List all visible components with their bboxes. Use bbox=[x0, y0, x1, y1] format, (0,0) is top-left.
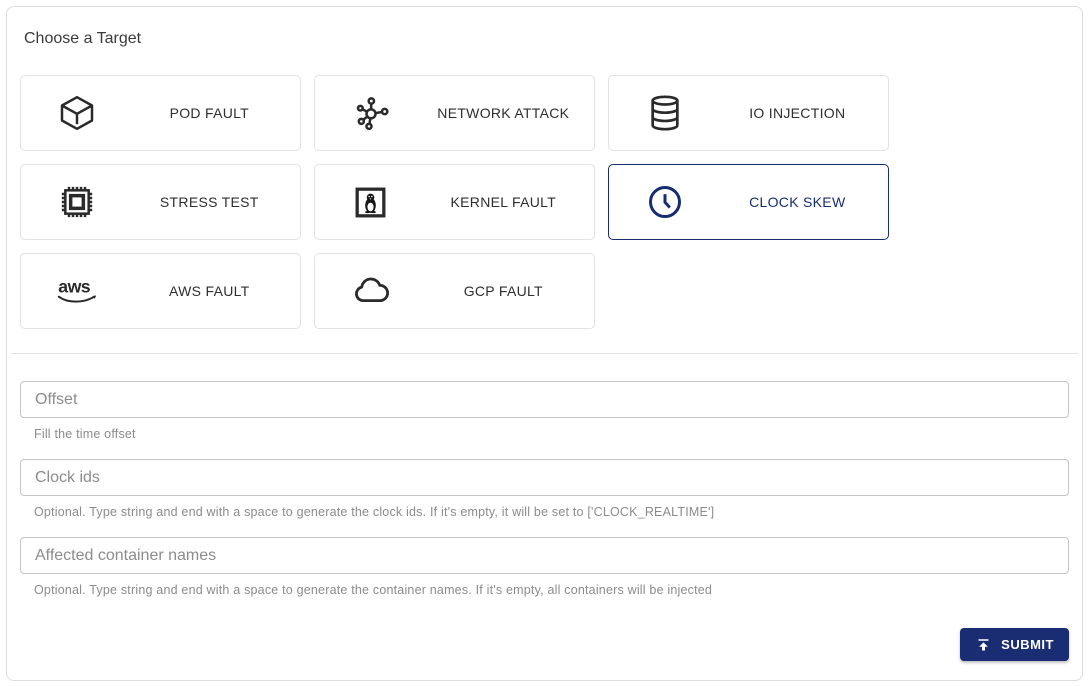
network-icon bbox=[315, 93, 427, 133]
choose-target-panel: Choose a Target POD FAULT NETWORK ATTACK… bbox=[6, 6, 1083, 681]
clock-ids-field-group: Optional. Type string and end with a spa… bbox=[20, 459, 1069, 519]
clock-ids-helper-text: Optional. Type string and end with a spa… bbox=[34, 505, 715, 519]
offset-field-group: Fill the time offset bbox=[20, 381, 1069, 441]
target-card-label: NETWORK ATTACK bbox=[437, 105, 570, 121]
target-grid: POD FAULT NETWORK ATTACK IO INJECTION ST… bbox=[20, 75, 1069, 329]
aws-logo-icon: aws bbox=[21, 275, 133, 307]
target-card-io-injection[interactable]: IO INJECTION bbox=[608, 75, 889, 151]
section-divider bbox=[11, 353, 1078, 354]
chip-icon bbox=[21, 182, 133, 222]
target-card-label: IO INJECTION bbox=[749, 105, 846, 121]
cube-icon bbox=[21, 93, 133, 133]
target-card-stress-test[interactable]: STRESS TEST bbox=[20, 164, 301, 240]
target-card-label: POD FAULT bbox=[169, 105, 250, 121]
penguin-icon bbox=[315, 182, 427, 223]
submit-button[interactable]: SUBMIT bbox=[960, 628, 1069, 661]
container-names-helper-text: Optional. Type string and end with a spa… bbox=[34, 583, 713, 597]
svg-text:aws: aws bbox=[58, 277, 91, 297]
offset-input[interactable] bbox=[20, 381, 1069, 418]
target-card-label: STRESS TEST bbox=[159, 194, 259, 210]
publish-icon bbox=[975, 636, 992, 653]
database-icon bbox=[609, 93, 721, 133]
target-card-label: GCP FAULT bbox=[463, 283, 543, 299]
submit-row: SUBMIT bbox=[20, 628, 1069, 661]
page-title: Choose a Target bbox=[24, 30, 142, 47]
submit-label: SUBMIT bbox=[1001, 637, 1054, 652]
clock-skew-form: Fill the time offset Optional. Type stri… bbox=[20, 381, 1069, 661]
target-card-gcp-fault[interactable]: GCP FAULT bbox=[314, 253, 595, 329]
container-names-input[interactable] bbox=[20, 537, 1069, 574]
container-names-field-group: Optional. Type string and end with a spa… bbox=[20, 537, 1069, 597]
target-card-aws-fault[interactable]: aws AWS FAULT bbox=[20, 253, 301, 329]
target-card-label: CLOCK SKEW bbox=[749, 194, 846, 210]
clock-icon bbox=[609, 182, 721, 222]
target-card-network-attack[interactable]: NETWORK ATTACK bbox=[314, 75, 595, 151]
target-card-clock-skew[interactable]: CLOCK SKEW bbox=[608, 164, 889, 240]
target-card-kernel-fault[interactable]: KERNEL FAULT bbox=[314, 164, 595, 240]
target-card-label: KERNEL FAULT bbox=[450, 194, 557, 210]
offset-helper-text: Fill the time offset bbox=[34, 427, 136, 441]
target-card-pod-fault[interactable]: POD FAULT bbox=[20, 75, 301, 151]
cloud-icon bbox=[315, 270, 427, 312]
clock-ids-input[interactable] bbox=[20, 459, 1069, 496]
target-card-label: AWS FAULT bbox=[169, 283, 250, 299]
